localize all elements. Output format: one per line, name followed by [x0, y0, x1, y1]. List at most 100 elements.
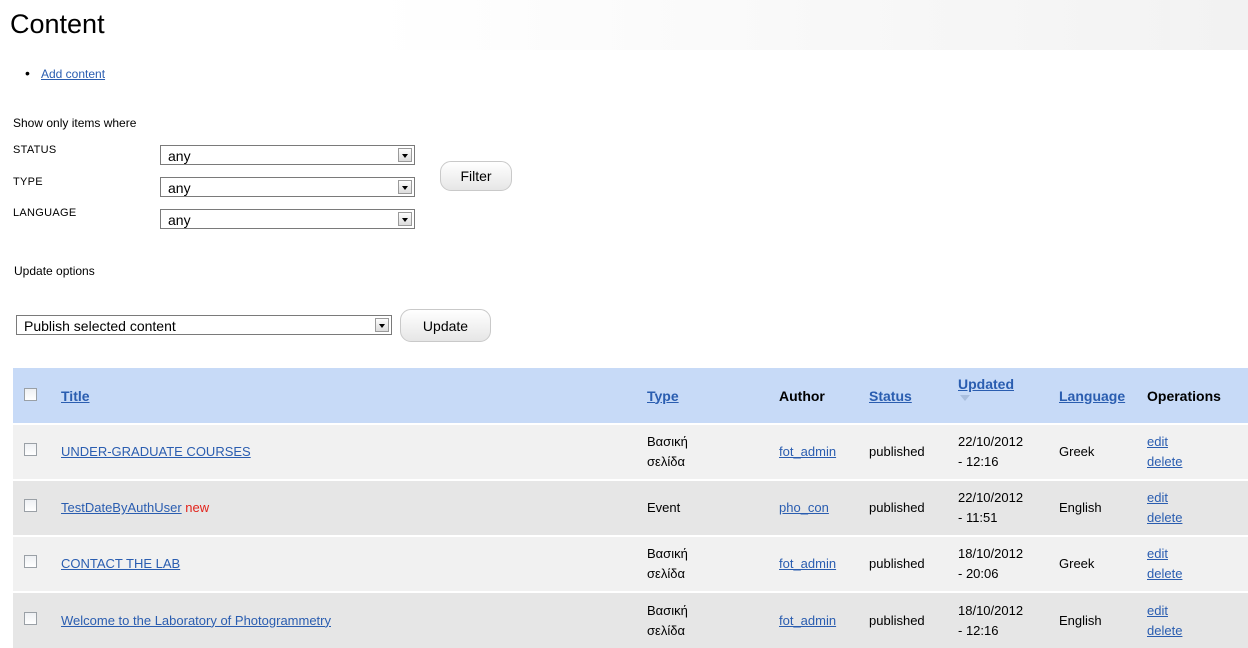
filter-heading: Show only items where [13, 116, 137, 130]
table-row: TestDateByAuthUser new Event pho_con pub… [13, 480, 1248, 536]
row-updated-cell: 18/10/2012 - 20:06 [958, 536, 1059, 592]
type-filter-select[interactable]: any [160, 177, 415, 197]
table-header-row: Title Type Author Status Updated Languag… [13, 368, 1248, 424]
edit-link[interactable]: edit [1147, 490, 1168, 505]
row-type-cell: Βασική σελίδα [647, 592, 779, 648]
row-status: published [869, 500, 925, 515]
filter-button[interactable]: Filter [440, 161, 512, 191]
chevron-down-icon[interactable] [375, 318, 389, 332]
language-filter-value: any [168, 212, 191, 228]
language-filter-label: LANGUAGE [13, 207, 77, 219]
bulk-operation-select[interactable]: Publish selected content [16, 315, 392, 335]
row-title-cell: TestDateByAuthUser new [61, 480, 647, 536]
delete-link[interactable]: delete [1147, 510, 1182, 525]
row-operations-cell: edit delete [1147, 592, 1248, 648]
header-updated: Updated [958, 368, 1059, 424]
chevron-down-icon[interactable] [398, 180, 412, 194]
sort-title-link[interactable]: Title [61, 388, 90, 404]
status-filter-select[interactable]: any [160, 145, 415, 165]
row-operations-cell: edit delete [1147, 424, 1248, 480]
sort-type-link[interactable]: Type [647, 388, 679, 404]
edit-link[interactable]: edit [1147, 603, 1168, 618]
row-title-link[interactable]: TestDateByAuthUser [61, 500, 182, 515]
row-operations-cell: edit delete [1147, 480, 1248, 536]
add-content-link[interactable]: Add content [41, 67, 105, 81]
row-title-cell: Welcome to the Laboratory of Photogramme… [61, 592, 647, 648]
row-title-link[interactable]: Welcome to the Laboratory of Photogramme… [61, 613, 331, 628]
row-updated-time: - 12:16 [958, 622, 999, 638]
delete-link[interactable]: delete [1147, 623, 1182, 638]
row-type-line2: σελίδα [647, 622, 685, 638]
row-title-cell: UNDER-GRADUATE COURSES [61, 424, 647, 480]
action-link-item: Add content [41, 67, 105, 81]
header-author: Author [779, 387, 825, 404]
row-type-cell: Event [647, 480, 779, 536]
row-type-line1: Event [647, 500, 681, 515]
row-author-link[interactable]: fot_admin [779, 613, 836, 628]
row-author-cell: pho_con [779, 480, 869, 536]
select-all-cell [13, 368, 61, 424]
row-select-cell [13, 592, 61, 648]
row-title-cell: CONTACT THE LAB [61, 536, 647, 592]
action-links: Add content [41, 67, 105, 81]
language-filter-select[interactable]: any [160, 209, 415, 229]
row-author-link[interactable]: fot_admin [779, 444, 836, 459]
row-type-cell: Βασική σελίδα [647, 536, 779, 592]
row-author-cell: fot_admin [779, 536, 869, 592]
header-operations: Operations [1147, 387, 1221, 404]
row-checkbox[interactable] [24, 443, 37, 456]
row-title-link[interactable]: UNDER-GRADUATE COURSES [61, 444, 251, 459]
row-status: published [869, 444, 925, 459]
row-title-link[interactable]: CONTACT THE LAB [61, 556, 180, 571]
row-updated-time: - 12:16 [958, 454, 999, 469]
delete-link[interactable]: delete [1147, 566, 1182, 581]
row-select-cell [13, 424, 61, 480]
row-language: English [1059, 500, 1102, 515]
type-filter-label: TYPE [13, 176, 43, 188]
row-updated-time: - 20:06 [958, 566, 999, 581]
row-updated-date: 18/10/2012 [958, 546, 1024, 561]
select-all-checkbox[interactable] [24, 387, 37, 401]
row-updated-cell: 22/10/2012 - 11:51 [958, 480, 1059, 536]
type-filter-value: any [168, 180, 191, 196]
row-checkbox[interactable] [24, 555, 37, 568]
row-language: Greek [1059, 444, 1095, 459]
chevron-down-icon[interactable] [398, 212, 412, 226]
row-updated-date: 22/10/2012 [958, 490, 1024, 505]
header-title: Title [61, 368, 647, 424]
row-status: published [869, 556, 925, 571]
row-language: English [1059, 612, 1102, 628]
sort-updated-link[interactable]: Updated [958, 376, 1014, 392]
row-updated-date: 22/10/2012 [958, 434, 1024, 449]
row-type-line2: σελίδα [647, 566, 685, 581]
sort-status-link[interactable]: Status [869, 388, 912, 404]
row-updated-date: 18/10/2012 [958, 602, 1024, 618]
row-checkbox[interactable] [24, 499, 37, 512]
row-type-line1: Βασική [647, 434, 688, 449]
table-row: Welcome to the Laboratory of Photogramme… [13, 592, 1248, 648]
header-band [0, 0, 1248, 50]
row-checkbox[interactable] [24, 611, 37, 625]
row-operations-cell: edit delete [1147, 536, 1248, 592]
edit-link[interactable]: edit [1147, 434, 1168, 449]
row-author-cell: fot_admin [779, 592, 869, 648]
sort-descending-icon [960, 395, 970, 401]
status-filter-label: STATUS [13, 144, 57, 156]
delete-link[interactable]: delete [1147, 454, 1182, 469]
sort-language-link[interactable]: Language [1059, 388, 1125, 404]
row-type-line2: σελίδα [647, 454, 685, 469]
edit-link[interactable]: edit [1147, 546, 1168, 561]
row-updated-cell: 22/10/2012 - 12:16 [958, 424, 1059, 480]
row-author-link[interactable]: pho_con [779, 500, 829, 515]
new-marker: new [185, 500, 210, 515]
row-updated-cell: 18/10/2012 - 12:16 [958, 592, 1059, 648]
update-button[interactable]: Update [400, 309, 491, 342]
row-updated-time: - 11:51 [958, 510, 998, 525]
row-status: published [869, 612, 925, 628]
row-type-line1: Βασική [647, 546, 688, 561]
header-language: Language [1059, 368, 1147, 424]
row-select-cell [13, 536, 61, 592]
status-filter-value: any [168, 148, 191, 164]
row-author-link[interactable]: fot_admin [779, 556, 836, 571]
chevron-down-icon[interactable] [398, 148, 412, 162]
